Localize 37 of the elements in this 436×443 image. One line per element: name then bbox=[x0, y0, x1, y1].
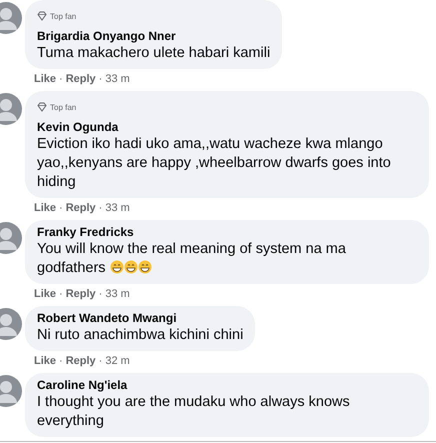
author-name[interactable]: Robert Wandeto Mwangi bbox=[37, 311, 177, 326]
grin-emoji-icon bbox=[110, 260, 124, 274]
comment-text: You will know the real meaning of system na ma godfathers bbox=[37, 240, 347, 278]
comment-time: 33 m bbox=[105, 287, 130, 301]
separator-dot: · bbox=[98, 201, 102, 215]
separator-dot: · bbox=[98, 72, 102, 86]
grin-emoji-icon bbox=[138, 260, 152, 274]
action-link[interactable]: Like bbox=[34, 72, 56, 86]
comment-time: 33 m bbox=[105, 201, 130, 215]
action-link[interactable]: Like bbox=[34, 354, 56, 368]
grin-emoji-icon bbox=[124, 260, 138, 274]
top-fan-label: Top fan bbox=[37, 10, 76, 22]
comment-text: Tuma makachero ulete habari kamili bbox=[37, 44, 270, 63]
action-link[interactable]: Like bbox=[34, 287, 56, 301]
action-link[interactable]: Reply bbox=[66, 287, 96, 301]
author-name[interactable]: Brigardia Onyango Nner bbox=[37, 29, 176, 44]
action-link[interactable]: Reply bbox=[66, 201, 96, 215]
diamond-icon bbox=[37, 11, 47, 21]
comment-time: 33 m bbox=[105, 72, 130, 86]
diamond-icon bbox=[37, 102, 47, 112]
comment-text: Eviction iko hadi uko ama,,watu wacheze kwa mlango yao,,kenyans are happy ,wheelbarrow dwarfs goes into hiding bbox=[37, 135, 392, 192]
separator-dot: · bbox=[98, 287, 102, 301]
separator-dot: · bbox=[59, 287, 63, 301]
action-link[interactable]: Reply bbox=[66, 72, 96, 86]
author-name[interactable]: Caroline Ng'iela bbox=[37, 378, 128, 393]
action-link[interactable]: Reply bbox=[66, 354, 96, 368]
separator-dot: · bbox=[59, 201, 63, 215]
separator-dot: · bbox=[98, 354, 102, 368]
separator-dot: · bbox=[59, 354, 63, 368]
action-link[interactable]: Like bbox=[34, 201, 56, 215]
comment-time: 32 m bbox=[105, 354, 130, 368]
comment-text: I thought you are the mudaku who always knows everything bbox=[37, 393, 351, 431]
author-name[interactable]: Kevin Ogunda bbox=[37, 120, 118, 135]
author-name[interactable]: Franky Fredricks bbox=[37, 225, 134, 240]
separator-dot: · bbox=[59, 72, 63, 86]
comment-text: Ni ruto anachimbwa kichini chini bbox=[37, 326, 244, 345]
top-fan-label: Top fan bbox=[37, 102, 76, 112]
